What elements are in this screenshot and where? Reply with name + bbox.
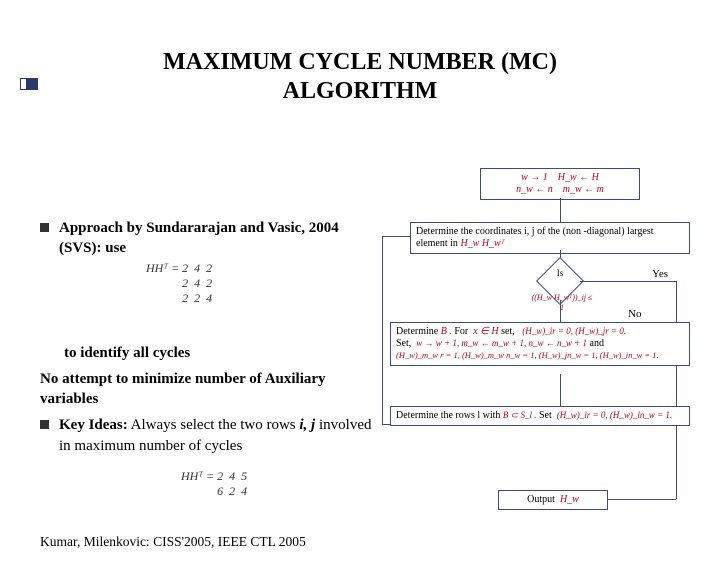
matrix-2-rows: 2 4 5 6 2 4 (217, 469, 247, 499)
step1-math: H_w H_wᵀ (460, 238, 504, 249)
rowsl-text: Determine the rows l with (396, 410, 500, 421)
title-line-2: ALGORITHM (283, 78, 438, 104)
bullet-3-text: No attempt to minimize number of Auxilia… (40, 369, 380, 410)
flow-output: Output H_w (498, 490, 608, 510)
bullet-3: No attempt to minimize number of Auxilia… (40, 369, 380, 410)
matrix-2-label: HHᵀ = (181, 469, 214, 483)
detb-text: Determine (396, 326, 438, 337)
set-math: w → w + 1, m_w ← m_w + 1, n_w ← n_w + 1 (416, 338, 587, 348)
flow-arrow (560, 198, 561, 222)
bullet-4-ij: i, j (299, 417, 315, 433)
rowsl-set: Set (539, 410, 552, 421)
output-text: Output (527, 494, 555, 505)
detb-math: B . (441, 326, 452, 337)
flow-init: w → 1 H_w ← H n_w ← n m_w ← m (480, 168, 640, 200)
matrix-1-label: HHᵀ = (146, 261, 179, 275)
set-math2: (H_w)_m_w r = 1, (H_w)_m_w n_w = 1, (H_w… (396, 350, 659, 360)
diamond-top: Is (535, 268, 585, 278)
step1-text: Determine the coordinates i, j of the (n… (416, 226, 654, 249)
diamond-cond: ((H_w H_wᵀ))_ij ≤ 1 (530, 292, 594, 312)
bullet-1-text: Approach by Sundararajan and Vasic, 2004… (59, 218, 380, 259)
and-text: and (590, 338, 604, 349)
init-w: w → 1 (521, 172, 548, 183)
matrix-2: HHᵀ = 2 4 5 6 2 4 (175, 454, 247, 499)
title-line-1: MAXIMUM CYCLE NUMBER (MC) (163, 49, 557, 75)
matrix-1-rows: 2 4 2 2 4 2 2 2 4 (182, 261, 212, 306)
bullet-4-text: Key Ideas: Always select the two rows i,… (59, 415, 380, 456)
yes-label: Yes (652, 268, 668, 280)
flow-step1: Determine the coordinates i, j of the (n… (410, 222, 690, 254)
bullet-icon (40, 420, 49, 429)
flow-arrow (580, 281, 676, 282)
flow-arrow (560, 374, 561, 406)
footer-citation: Kumar, Milenkovic: CISS'2005, IEEE CTL 2… (40, 534, 306, 550)
bullet-4-rest: Always select the two rows (128, 417, 300, 433)
flow-arrow (382, 236, 410, 237)
flow-arrow (608, 499, 676, 500)
forx-math: x ∈ H (473, 326, 498, 337)
bset-math: (H_w)_ir = 0, (H_w)_jr = 0. (522, 326, 626, 336)
rowsl-set-math: (H_w)_lr = 0, (H_w)_ln_w = 1. (557, 410, 672, 420)
bullet-icon (40, 223, 49, 232)
init-mw: m_w ← m (563, 184, 604, 195)
output-math: H_w (560, 494, 579, 505)
init-nw: n_w ← n (516, 184, 553, 195)
init-hw: H_w ← H (558, 172, 599, 183)
forx-text: For (454, 326, 468, 337)
bullet-4-key: Key Ideas: (59, 417, 128, 433)
bullet-2: to identify all cycles (64, 343, 380, 363)
flow-determine-b: Determine B . For x ∈ H set, (H_w)_ir = … (390, 322, 690, 366)
bullet-4: Key Ideas: Always select the two rows i,… (40, 415, 380, 456)
flow-arrow (560, 300, 561, 322)
flow-rows-l: Determine the rows l with B ⊂ S_l . Set … (390, 406, 690, 426)
flow-arrow (382, 236, 383, 424)
flow-arrow (676, 281, 677, 499)
no-label: No (628, 308, 641, 320)
bullet-2-text: to identify all cycles (64, 343, 380, 363)
matrix-1: HHᵀ = 2 4 2 2 4 2 2 2 4 (140, 246, 212, 306)
rowsl-math: B ⊂ S_l . (503, 410, 537, 420)
xset-text: set, (501, 326, 515, 337)
flow-arrow (382, 424, 390, 425)
page-title: MAXIMUM CYCLE NUMBER (MC) ALGORITHM (0, 48, 720, 106)
deco-square-fill (26, 78, 38, 90)
set-line: Set, (396, 338, 411, 349)
